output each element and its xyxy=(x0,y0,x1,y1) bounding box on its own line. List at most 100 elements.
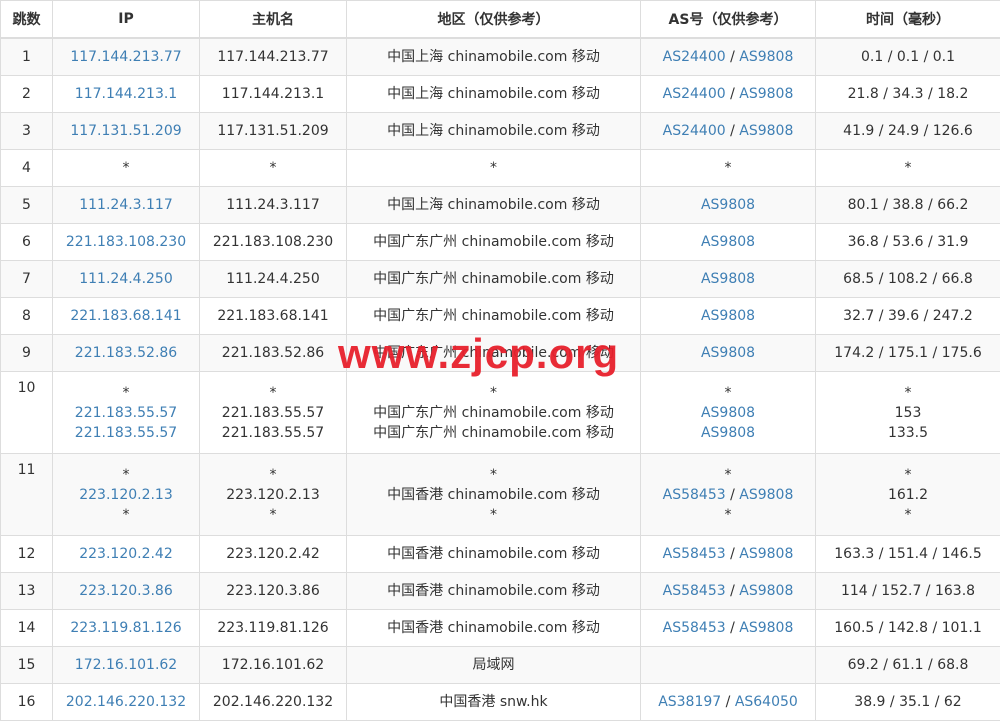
as-link[interactable]: AS9808 xyxy=(739,86,793,102)
ip-link[interactable]: 223.119.81.126 xyxy=(57,618,195,638)
latency-text: * xyxy=(820,158,996,178)
ip-link[interactable]: 221.183.55.57 xyxy=(57,403,195,423)
as-cell: * xyxy=(641,150,816,187)
header-time: 时间（毫秒） xyxy=(816,1,1000,39)
region-cell: 中国上海 chinamobile.com 移动 xyxy=(347,38,641,76)
ip-link[interactable]: 221.183.68.141 xyxy=(57,306,195,326)
ip-link[interactable]: 223.120.3.86 xyxy=(57,581,195,601)
hostname-text: 221.183.108.230 xyxy=(204,232,342,252)
as-cell: AS58453 / AS9808 xyxy=(641,536,816,573)
ip-link[interactable]: 202.146.220.132 xyxy=(57,692,195,712)
as-link[interactable]: AS24400 xyxy=(663,49,726,65)
latency-cell: 38.9 / 35.1 / 62 xyxy=(816,684,1000,721)
as-link[interactable]: AS9808 xyxy=(701,308,755,324)
latency-cell: 160.5 / 142.8 / 101.1 xyxy=(816,610,1000,647)
as-cell: AS9808 xyxy=(641,187,816,224)
hostname-cell: 172.16.101.62 xyxy=(200,647,347,684)
region-text: 中国广东广州 chinamobile.com 移动 xyxy=(351,423,636,443)
as-cell: AS9808 xyxy=(641,335,816,372)
hostname-text: 172.16.101.62 xyxy=(204,655,342,675)
ip-link[interactable]: 221.183.108.230 xyxy=(57,232,195,252)
region-text: * xyxy=(351,383,636,403)
as-link[interactable]: AS24400 xyxy=(663,123,726,139)
as-link[interactable]: AS9808 xyxy=(739,620,793,636)
as-line: AS58453 / AS9808 xyxy=(645,581,811,601)
hop-number: 12 xyxy=(1,536,53,573)
as-link[interactable]: AS64050 xyxy=(735,694,798,710)
as-link[interactable]: AS9808 xyxy=(701,234,755,250)
region-cell: 中国上海 chinamobile.com 移动 xyxy=(347,113,641,150)
latency-cell: 36.8 / 53.6 / 31.9 xyxy=(816,224,1000,261)
hop-number: 10 xyxy=(1,372,53,454)
latency-text: * xyxy=(820,465,996,485)
as-link[interactable]: AS9808 xyxy=(701,345,755,361)
as-link[interactable]: AS9808 xyxy=(739,487,793,503)
hop-number: 7 xyxy=(1,261,53,298)
ip-text: * xyxy=(57,465,195,485)
region-cell: 局域网 xyxy=(347,647,641,684)
hostname-cell: 202.146.220.132 xyxy=(200,684,347,721)
as-line: AS58453 / AS9808 xyxy=(645,485,811,505)
hostname-cell: 111.24.4.250 xyxy=(200,261,347,298)
region-cell: * xyxy=(347,150,641,187)
hop-number: 14 xyxy=(1,610,53,647)
hop-number: 1 xyxy=(1,38,53,76)
ip-link[interactable]: 117.144.213.1 xyxy=(57,84,195,104)
ip-text: * xyxy=(57,158,195,178)
latency-text: 41.9 / 24.9 / 126.6 xyxy=(820,121,996,141)
as-link[interactable]: AS9808 xyxy=(701,405,755,421)
as-link[interactable]: AS24400 xyxy=(663,86,726,102)
as-link[interactable]: AS9808 xyxy=(739,49,793,65)
hostname-cell: 221.183.108.230 xyxy=(200,224,347,261)
ip-link[interactable]: 221.183.52.86 xyxy=(57,343,195,363)
latency-text: 69.2 / 61.1 / 68.8 xyxy=(820,655,996,675)
latency-text: 21.8 / 34.3 / 18.2 xyxy=(820,84,996,104)
hostname-text: 223.120.3.86 xyxy=(204,581,342,601)
header-row: 跳数 IP 主机名 地区（仅供参考） AS号（仅供参考） 时间（毫秒） xyxy=(1,1,1000,39)
latency-text: 114 / 152.7 / 163.8 xyxy=(820,581,996,601)
ip-link[interactable]: 221.183.55.57 xyxy=(57,423,195,443)
as-link[interactable]: AS9808 xyxy=(739,583,793,599)
region-text: 中国广东广州 chinamobile.com 移动 xyxy=(351,306,636,326)
as-link[interactable]: AS9808 xyxy=(701,425,755,441)
as-line: AS9808 xyxy=(645,403,811,423)
region-cell: 中国上海 chinamobile.com 移动 xyxy=(347,76,641,113)
ip-link[interactable]: 172.16.101.62 xyxy=(57,655,195,675)
ip-link[interactable]: 111.24.4.250 xyxy=(57,269,195,289)
hop-number: 6 xyxy=(1,224,53,261)
as-separator: / xyxy=(726,487,740,503)
ip-link[interactable]: 117.144.213.77 xyxy=(57,47,195,67)
ip-link[interactable]: 117.131.51.209 xyxy=(57,121,195,141)
hostname-text: * xyxy=(204,383,342,403)
latency-text: 36.8 / 53.6 / 31.9 xyxy=(820,232,996,252)
as-link[interactable]: AS58453 xyxy=(663,487,726,503)
as-link[interactable]: AS58453 xyxy=(663,546,726,562)
hostname-text: 223.120.2.13 xyxy=(204,485,342,505)
as-link[interactable]: AS9808 xyxy=(739,123,793,139)
as-line: * xyxy=(645,465,811,485)
hostname-cell: 223.120.2.42 xyxy=(200,536,347,573)
table-row: 14223.119.81.126223.119.81.126中国香港 china… xyxy=(1,610,1000,647)
latency-cell: 80.1 / 38.8 / 66.2 xyxy=(816,187,1000,224)
as-link[interactable]: AS9808 xyxy=(701,271,755,287)
as-link[interactable]: AS58453 xyxy=(663,583,726,599)
ip-link[interactable]: 223.120.2.13 xyxy=(57,485,195,505)
as-link[interactable]: AS58453 xyxy=(663,620,726,636)
hop-number: 16 xyxy=(1,684,53,721)
ip-link[interactable]: 111.24.3.117 xyxy=(57,195,195,215)
hostname-cell: 117.144.213.1 xyxy=(200,76,347,113)
region-text: 中国广东广州 chinamobile.com 移动 xyxy=(351,403,636,423)
as-link[interactable]: AS9808 xyxy=(701,197,755,213)
as-link[interactable]: AS38197 xyxy=(658,694,721,710)
region-cell: 中国香港 chinamobile.com 移动 xyxy=(347,610,641,647)
ip-link[interactable]: 223.120.2.42 xyxy=(57,544,195,564)
ip-cell: 221.183.108.230 xyxy=(53,224,200,261)
as-line: AS58453 / AS9808 xyxy=(645,544,811,564)
as-cell: AS24400 / AS9808 xyxy=(641,113,816,150)
hostname-cell: 223.120.3.86 xyxy=(200,573,347,610)
as-placeholder: * xyxy=(725,507,732,523)
hostname-text: 221.183.55.57 xyxy=(204,423,342,443)
hostname-text: 221.183.68.141 xyxy=(204,306,342,326)
as-line: AS9808 xyxy=(645,269,811,289)
as-link[interactable]: AS9808 xyxy=(739,546,793,562)
